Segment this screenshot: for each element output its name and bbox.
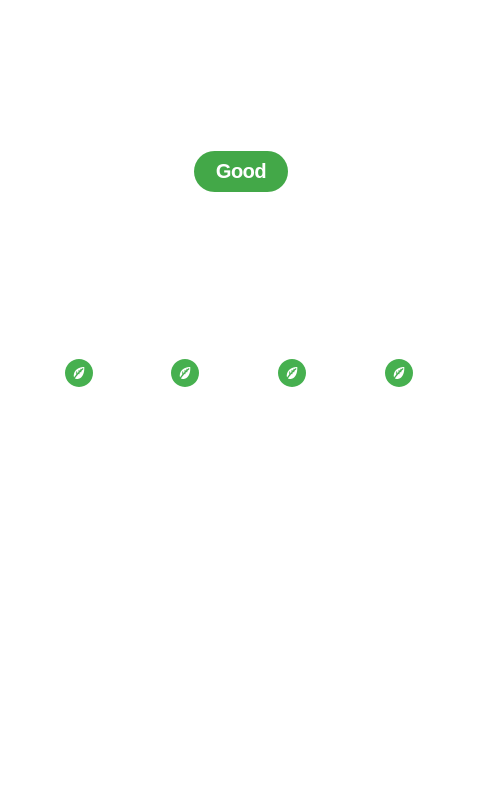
leaf-icon [171, 359, 199, 387]
leaf-indicator-row [0, 359, 480, 387]
status-badge: Good [194, 151, 288, 192]
leaf-icon [65, 359, 93, 387]
leaf-icon [278, 359, 306, 387]
leaf-icon [385, 359, 413, 387]
